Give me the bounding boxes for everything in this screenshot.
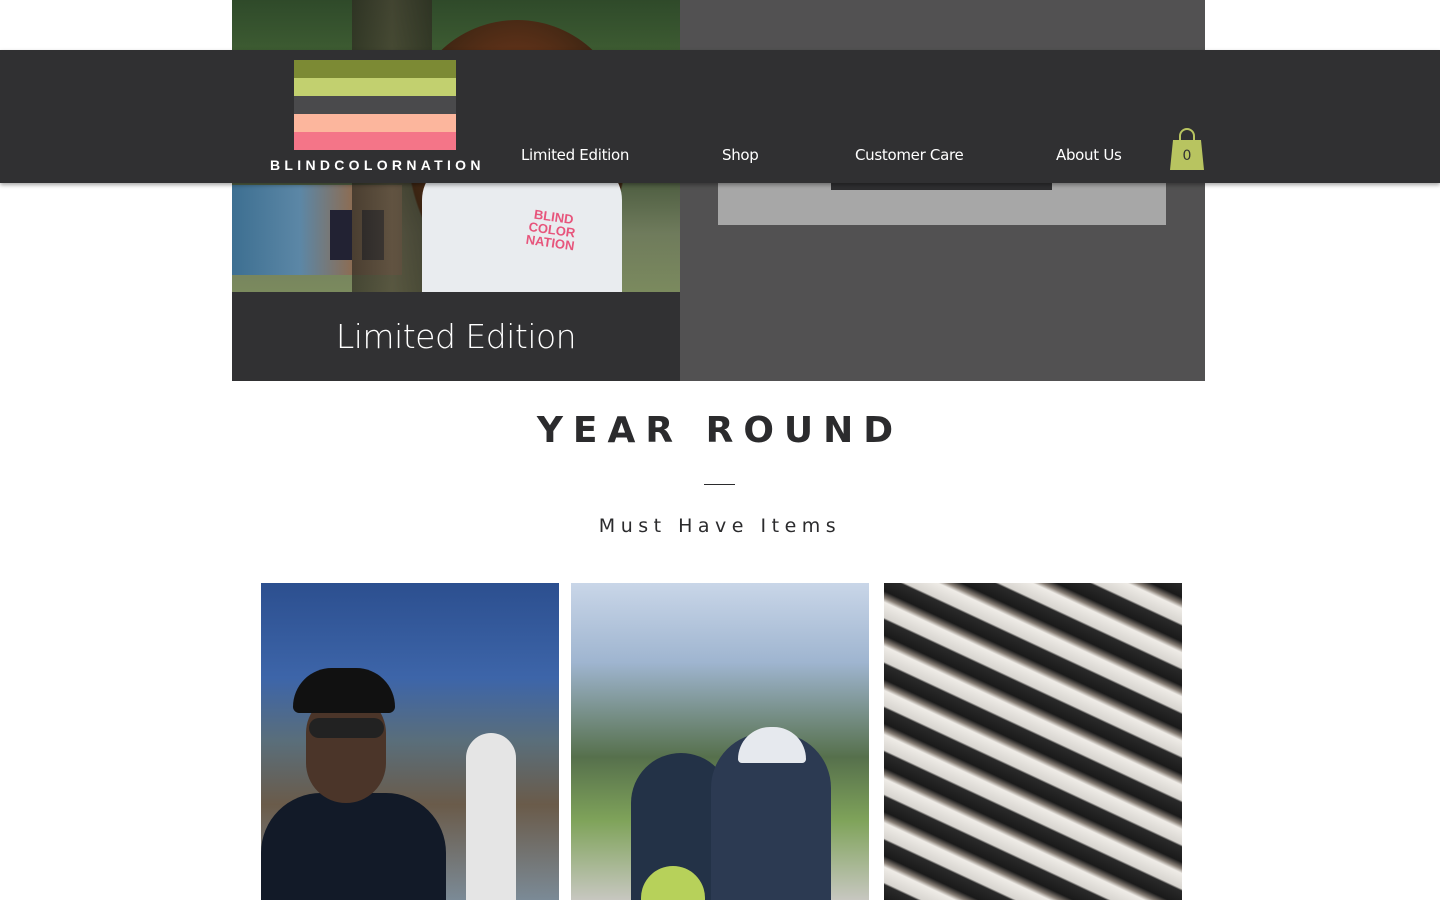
product-tile[interactable] bbox=[261, 583, 559, 900]
model-sunglasses bbox=[309, 718, 384, 738]
logo-stripes[interactable] bbox=[294, 60, 456, 150]
nav-limited-edition[interactable]: Limited Edition bbox=[521, 146, 629, 164]
model-cap bbox=[738, 727, 806, 763]
logo-stripe bbox=[294, 60, 456, 78]
nav-customer-care[interactable]: Customer Care bbox=[855, 146, 964, 164]
cart-button[interactable]: 0 bbox=[1170, 126, 1204, 170]
site-header: BLINDCOLORNATION Limited Edition Shop Cu… bbox=[0, 50, 1440, 183]
logo-stripe bbox=[294, 78, 456, 96]
limited-edition-caption[interactable]: Limited Edition bbox=[232, 292, 680, 381]
building-window bbox=[330, 210, 352, 260]
section-divider bbox=[704, 484, 735, 485]
varsity-jacket bbox=[261, 793, 446, 900]
section-subtitle: Must Have Items bbox=[598, 515, 842, 537]
nav-about-us[interactable]: About Us bbox=[1056, 146, 1122, 164]
logo-stripe bbox=[294, 96, 456, 114]
model-cap bbox=[293, 668, 395, 713]
product-tile[interactable] bbox=[571, 583, 869, 900]
background-person bbox=[466, 733, 516, 900]
product-tile[interactable] bbox=[884, 583, 1182, 900]
logo-stripe bbox=[294, 114, 456, 132]
section-title: YEAR ROUND bbox=[536, 410, 904, 451]
logo-stripe bbox=[294, 132, 456, 150]
limited-edition-caption-text: Limited Edition bbox=[335, 317, 577, 356]
cart-count: 0 bbox=[1182, 148, 1192, 164]
nav-shop[interactable]: Shop bbox=[722, 146, 759, 164]
logo-wordmark[interactable]: BLINDCOLORNATION bbox=[270, 157, 485, 173]
